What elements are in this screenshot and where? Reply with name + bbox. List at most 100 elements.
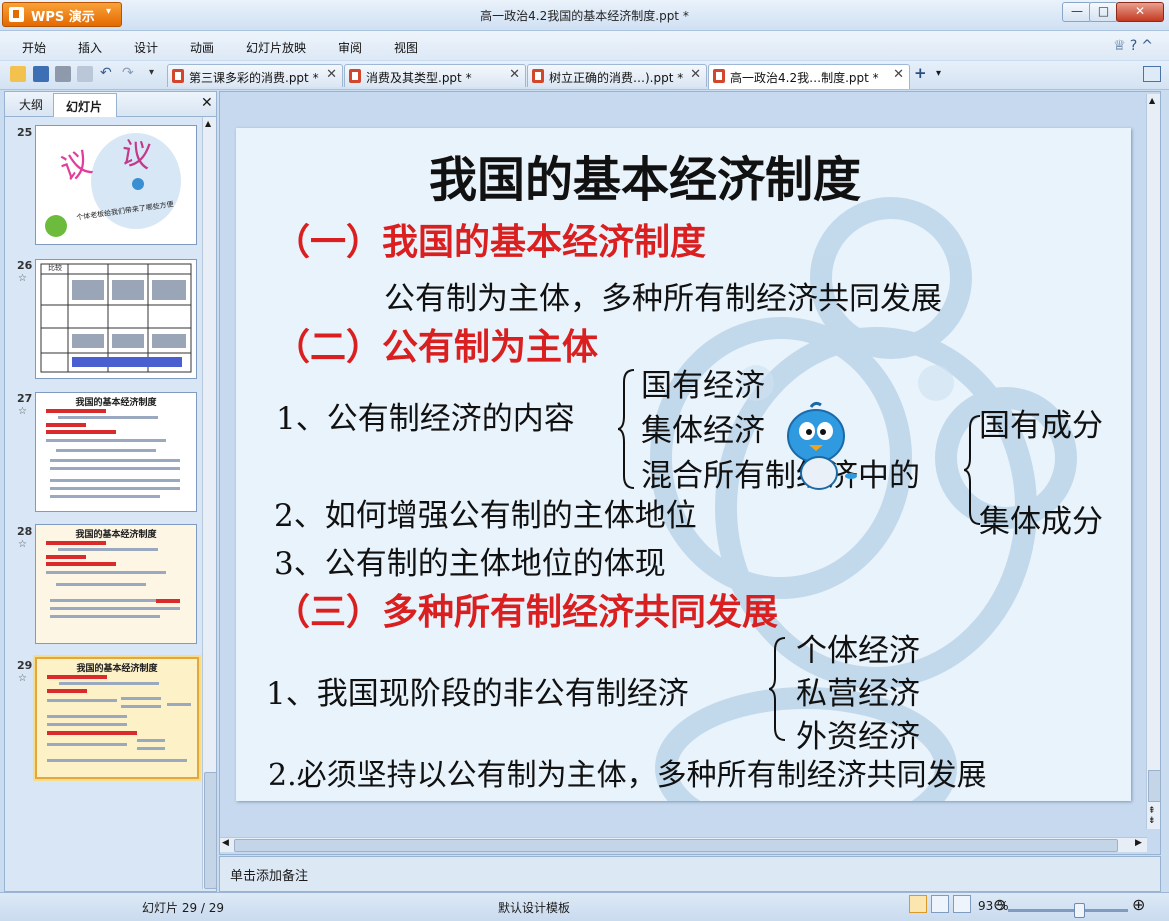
maximize-button[interactable]: □ xyxy=(1089,2,1118,22)
svg-text:议: 议 xyxy=(56,145,96,188)
zoom-slider[interactable] xyxy=(1008,909,1128,912)
new-tab-icon[interactable]: + xyxy=(914,64,927,82)
save-icon[interactable] xyxy=(33,66,49,82)
tab-list-icon[interactable]: ▾ xyxy=(936,68,941,79)
animation-star-icon: ☆ xyxy=(18,539,27,550)
minimize-button[interactable]: — xyxy=(1062,2,1092,22)
slides-pane: 大纲 幻灯片 ✕ 25 议 议 个体老板给我们带来了哪些方便 26 ☆ 比较 2… xyxy=(4,91,217,892)
scroll-up-icon[interactable]: ▲ xyxy=(205,119,211,128)
slide-thumbnail-26[interactable]: 比较 xyxy=(35,259,197,379)
animation-star-icon: ☆ xyxy=(18,673,27,684)
next-slide-icon[interactable]: ⇟ xyxy=(1148,816,1156,826)
slide-number: 27 xyxy=(17,392,33,405)
slide-thumbnail-28[interactable]: 我国的基本经济制度 xyxy=(35,524,197,644)
title-bar: WPS 演示 ▾ 高一政治4.2我国的基本经济制度.ppt * — □ ✕ xyxy=(0,0,1169,31)
doc-tab-2[interactable]: 消费及其类型.ppt * ✕ xyxy=(344,64,526,87)
slide-counter: 幻灯片 29 / 29 xyxy=(142,901,225,915)
slide-number: 28 xyxy=(17,525,33,538)
item-strengthen-dominance: 2、如何增强公有制的主体地位 xyxy=(274,498,697,534)
slideshow-icon[interactable] xyxy=(953,895,971,913)
menu-design[interactable]: 设计 xyxy=(134,39,158,56)
design-template[interactable]: 默认设计模板 xyxy=(498,899,570,916)
section-heading-2: （二）公有制为主体 xyxy=(274,326,599,368)
ppt-file-icon xyxy=(349,69,361,83)
sub-state-component: 国有成分 xyxy=(979,408,1103,444)
zoom-in-icon[interactable]: ⊕ xyxy=(1132,895,1145,914)
svg-text:议: 议 xyxy=(118,136,154,176)
item-non-public-economy: 1、我国现阶段的非公有制经济 xyxy=(266,676,689,712)
layout-icon[interactable] xyxy=(1143,66,1161,82)
option-collective-economy: 集体经济 xyxy=(641,413,765,449)
slide-thumbnail-25[interactable]: 议 议 个体老板给我们带来了哪些方便 xyxy=(35,125,197,245)
menu-animation[interactable]: 动画 xyxy=(190,39,214,56)
window-title: 高一政治4.2我国的基本经济制度.ppt * xyxy=(480,9,689,23)
scrollbar-thumb[interactable] xyxy=(234,839,1118,852)
slide-number: 25 xyxy=(17,126,33,139)
item-public-economy-content: 1、公有制经济的内容 xyxy=(276,401,575,437)
close-pane-icon[interactable]: ✕ xyxy=(201,95,213,111)
slide-number: 29 xyxy=(17,659,33,672)
slide-horizontal-scrollbar[interactable]: ◀ ▶ xyxy=(220,837,1147,852)
animation-star-icon: ☆ xyxy=(18,273,27,284)
scroll-right-icon[interactable]: ▶ xyxy=(1135,838,1142,848)
brace-icon xyxy=(769,637,786,741)
collapse-icon[interactable]: ^ xyxy=(1141,38,1157,54)
menu-view[interactable]: 视图 xyxy=(394,39,418,56)
scrollbar-thumb[interactable] xyxy=(1148,770,1161,802)
ppt-file-icon xyxy=(532,69,544,83)
slide-thumbnail-29[interactable]: 我国的基本经济制度 xyxy=(35,657,199,779)
undo-icon[interactable]: ↶ xyxy=(100,65,112,81)
thumbnail-scrollbar[interactable]: ▲ xyxy=(202,117,217,889)
option-state-economy: 国有经济 xyxy=(641,368,765,404)
close-tab-icon[interactable]: ✕ xyxy=(690,67,701,82)
doc-tab-3[interactable]: 树立正确的消费…).ppt * ✕ xyxy=(527,64,707,87)
close-tab-icon[interactable]: ✕ xyxy=(509,67,520,82)
menu-slideshow[interactable]: 幻灯片放映 xyxy=(246,39,306,56)
print-preview-icon[interactable] xyxy=(77,66,93,82)
menu-insert[interactable]: 插入 xyxy=(78,39,102,56)
brace-icon xyxy=(618,369,635,489)
menu-home[interactable]: 开始 xyxy=(22,39,46,56)
normal-view-icon[interactable] xyxy=(909,895,927,913)
slide-vertical-scrollbar[interactable]: ▲ ⇞ ⇟ xyxy=(1146,94,1161,829)
slide-thumbnail-27[interactable]: 我国的基本经济制度 xyxy=(35,392,197,512)
help-icon[interactable]: ? xyxy=(1130,38,1141,54)
quick-toolbar: ↶ ↷ ▾ 第三课多彩的消费.ppt * ✕ 消费及其类型.ppt * ✕ 树立… xyxy=(0,61,1169,90)
pane-tabs: 大纲 幻灯片 ✕ xyxy=(5,92,216,117)
slide-sorter-icon[interactable] xyxy=(931,895,949,913)
open-icon[interactable] xyxy=(10,66,26,82)
menu-bar: 开始 插入 设计 动画 幻灯片放映 审阅 视图 ♕?^ xyxy=(0,31,1169,60)
ppt-file-icon xyxy=(713,69,725,83)
redo-icon[interactable]: ↷ xyxy=(122,65,134,81)
item-adhere-principle: 2.必须坚持以公有制为主体，多种所有制经济共同发展 xyxy=(268,758,987,793)
slide-title: 我国的基本经济制度 xyxy=(429,152,862,208)
notes-pane[interactable]: 单击添加备注 xyxy=(219,856,1161,892)
tab-outline[interactable]: 大纲 xyxy=(19,96,43,113)
close-tab-icon[interactable]: ✕ xyxy=(326,67,337,82)
scroll-left-icon[interactable]: ◀ xyxy=(222,838,229,848)
close-tab-icon[interactable]: ✕ xyxy=(893,67,904,82)
close-button[interactable]: ✕ xyxy=(1116,2,1164,22)
bird-mascot-icon xyxy=(787,401,857,490)
section-1-body: 公有制为主体，多种所有制经济共同发展 xyxy=(384,281,942,317)
zoom-slider-thumb[interactable] xyxy=(1074,903,1085,918)
animation-star-icon: ☆ xyxy=(18,406,27,417)
tab-slides[interactable]: 幻灯片 xyxy=(53,93,117,117)
option-individual-economy: 个体经济 xyxy=(796,633,920,669)
thumbnail-art: 议 议 xyxy=(45,133,181,237)
menu-review[interactable]: 审阅 xyxy=(338,39,362,56)
print-icon[interactable] xyxy=(55,66,71,82)
ppt-file-icon xyxy=(172,69,184,83)
scrollbar-thumb[interactable] xyxy=(204,772,217,889)
section-heading-3: （三）多种所有制经济共同发展 xyxy=(274,591,779,633)
option-private-economy: 私营经济 xyxy=(796,676,920,712)
notes-placeholder: 单击添加备注 xyxy=(230,869,309,884)
zoom-out-icon[interactable]: ⊖ xyxy=(993,895,1006,914)
scroll-up-icon[interactable]: ▲ xyxy=(1149,96,1155,105)
customize-icon[interactable]: ▾ xyxy=(149,67,154,78)
shirt-icon[interactable]: ♕ xyxy=(1113,38,1130,54)
prev-slide-icon[interactable]: ⇞ xyxy=(1148,806,1156,816)
doc-tab-1[interactable]: 第三课多彩的消费.ppt * ✕ xyxy=(167,64,343,87)
slide-canvas[interactable]: 我国的基本经济制度 （一）我国的基本经济制度 公有制为主体，多种所有制经济共同发… xyxy=(236,128,1131,801)
doc-tab-active[interactable]: 高一政治4.2我…制度.ppt * ✕ xyxy=(708,64,910,89)
